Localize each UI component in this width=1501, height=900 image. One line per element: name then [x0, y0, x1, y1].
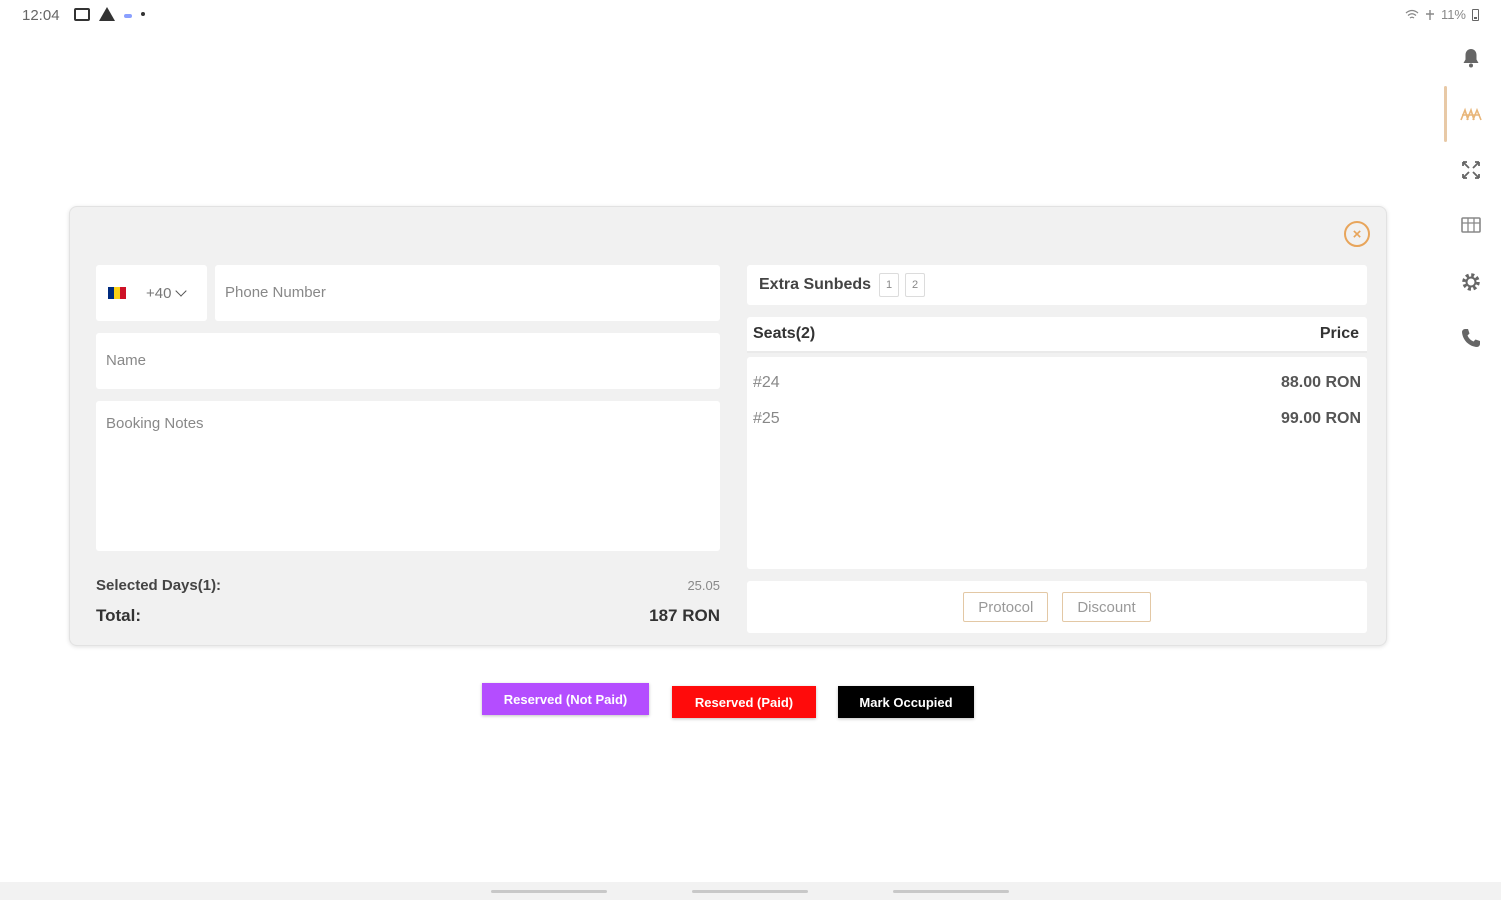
signal-icon [1425, 9, 1434, 20]
table-row: #24 88.00 RON [747, 365, 1367, 401]
seat-price: 99.00 RON [1280, 410, 1361, 427]
seat-price: 88.00 RON [1280, 374, 1361, 391]
discount-button[interactable]: Discount [1062, 592, 1151, 622]
dot-icon [141, 12, 145, 16]
battery-percent: 11% [1440, 7, 1466, 22]
romania-flag-icon [108, 287, 126, 299]
booking-modal: × +40 Phone Number Name Booking Notes Se… [69, 206, 1387, 646]
rail-item-layout[interactable] [1441, 198, 1501, 254]
seat-number: #24 [753, 374, 780, 391]
side-navigation [1441, 30, 1501, 850]
selected-days-value: 25.05 [687, 578, 720, 593]
grid-icon [1461, 217, 1481, 233]
dial-code: +40 [146, 284, 188, 302]
booking-notes-field[interactable]: Booking Notes [96, 401, 720, 551]
total-row: Total: 187 RON [96, 606, 720, 626]
flag-stripe-red [120, 287, 126, 299]
seats-header-label: Seats(2) [753, 325, 816, 342]
status-time: 12:04 [22, 7, 60, 24]
country-code-selector[interactable]: +40 [96, 265, 207, 321]
bell-icon [1463, 49, 1479, 68]
status-right: 11% [1405, 7, 1479, 22]
rail-item-expand[interactable] [1441, 142, 1501, 198]
nav-recents-handle[interactable] [893, 890, 1009, 893]
rail-item-notifications[interactable] [1441, 30, 1501, 86]
total-label: Total: [96, 606, 142, 625]
extra-sunbed-option-2[interactable]: 2 [905, 273, 926, 297]
protocol-button[interactable]: Protocol [963, 592, 1049, 622]
gallery-icon [74, 7, 90, 21]
phone-placeholder: Phone Number [225, 284, 326, 301]
battery-icon [1472, 8, 1479, 21]
table-row: #25 99.00 RON [747, 401, 1367, 437]
selected-days-row: Selected Days(1): 25.05 [96, 577, 720, 594]
total-value: 187 RON [649, 606, 720, 625]
nav-home-handle[interactable] [692, 890, 808, 893]
chevron-down-icon [175, 285, 188, 297]
seat-number: #25 [753, 410, 780, 427]
expand-icon [1462, 161, 1480, 179]
wifi-icon [1405, 9, 1419, 19]
gear-icon [1462, 273, 1480, 291]
extra-sunbed-option-1[interactable]: 1 [879, 273, 900, 297]
pricing-actions: Protocol Discount [747, 581, 1367, 633]
rail-item-phone[interactable] [1441, 310, 1501, 366]
seats-table-body: #24 88.00 RON #25 99.00 RON [747, 357, 1367, 569]
nav-back-handle[interactable] [491, 890, 607, 893]
rail-item-sunbeds[interactable] [1441, 86, 1501, 142]
system-navigation-bar [0, 882, 1501, 900]
close-button[interactable]: × [1344, 221, 1370, 247]
phone-icon [1462, 329, 1480, 347]
name-placeholder: Name [106, 352, 147, 369]
dial-code-text: +40 [146, 284, 172, 302]
sunbeds-icon [1460, 107, 1482, 121]
warning-icon [99, 7, 115, 21]
seats-table-header: Seats(2) Price [747, 317, 1367, 353]
reserved-paid-button[interactable]: Reserved (Paid) [672, 686, 816, 718]
selected-days-label: Selected Days(1): [96, 577, 222, 594]
status-icons [74, 7, 145, 21]
price-header-label: Price [1319, 325, 1359, 342]
reserved-not-paid-button[interactable]: Reserved (Not Paid) [482, 683, 649, 715]
rail-item-settings[interactable] [1441, 254, 1501, 310]
extra-sunbeds-label: Extra Sunbeds [759, 276, 872, 293]
mark-occupied-button[interactable]: Mark Occupied [838, 686, 974, 718]
extra-sunbeds-row: Extra Sunbeds 1 2 [747, 265, 1367, 305]
name-field[interactable]: Name [96, 333, 720, 389]
phone-number-field[interactable]: Phone Number [215, 265, 720, 321]
notification-icon [124, 14, 132, 18]
status-bar: 12:04 11% [0, 0, 1501, 30]
notes-placeholder: Booking Notes [106, 415, 204, 432]
